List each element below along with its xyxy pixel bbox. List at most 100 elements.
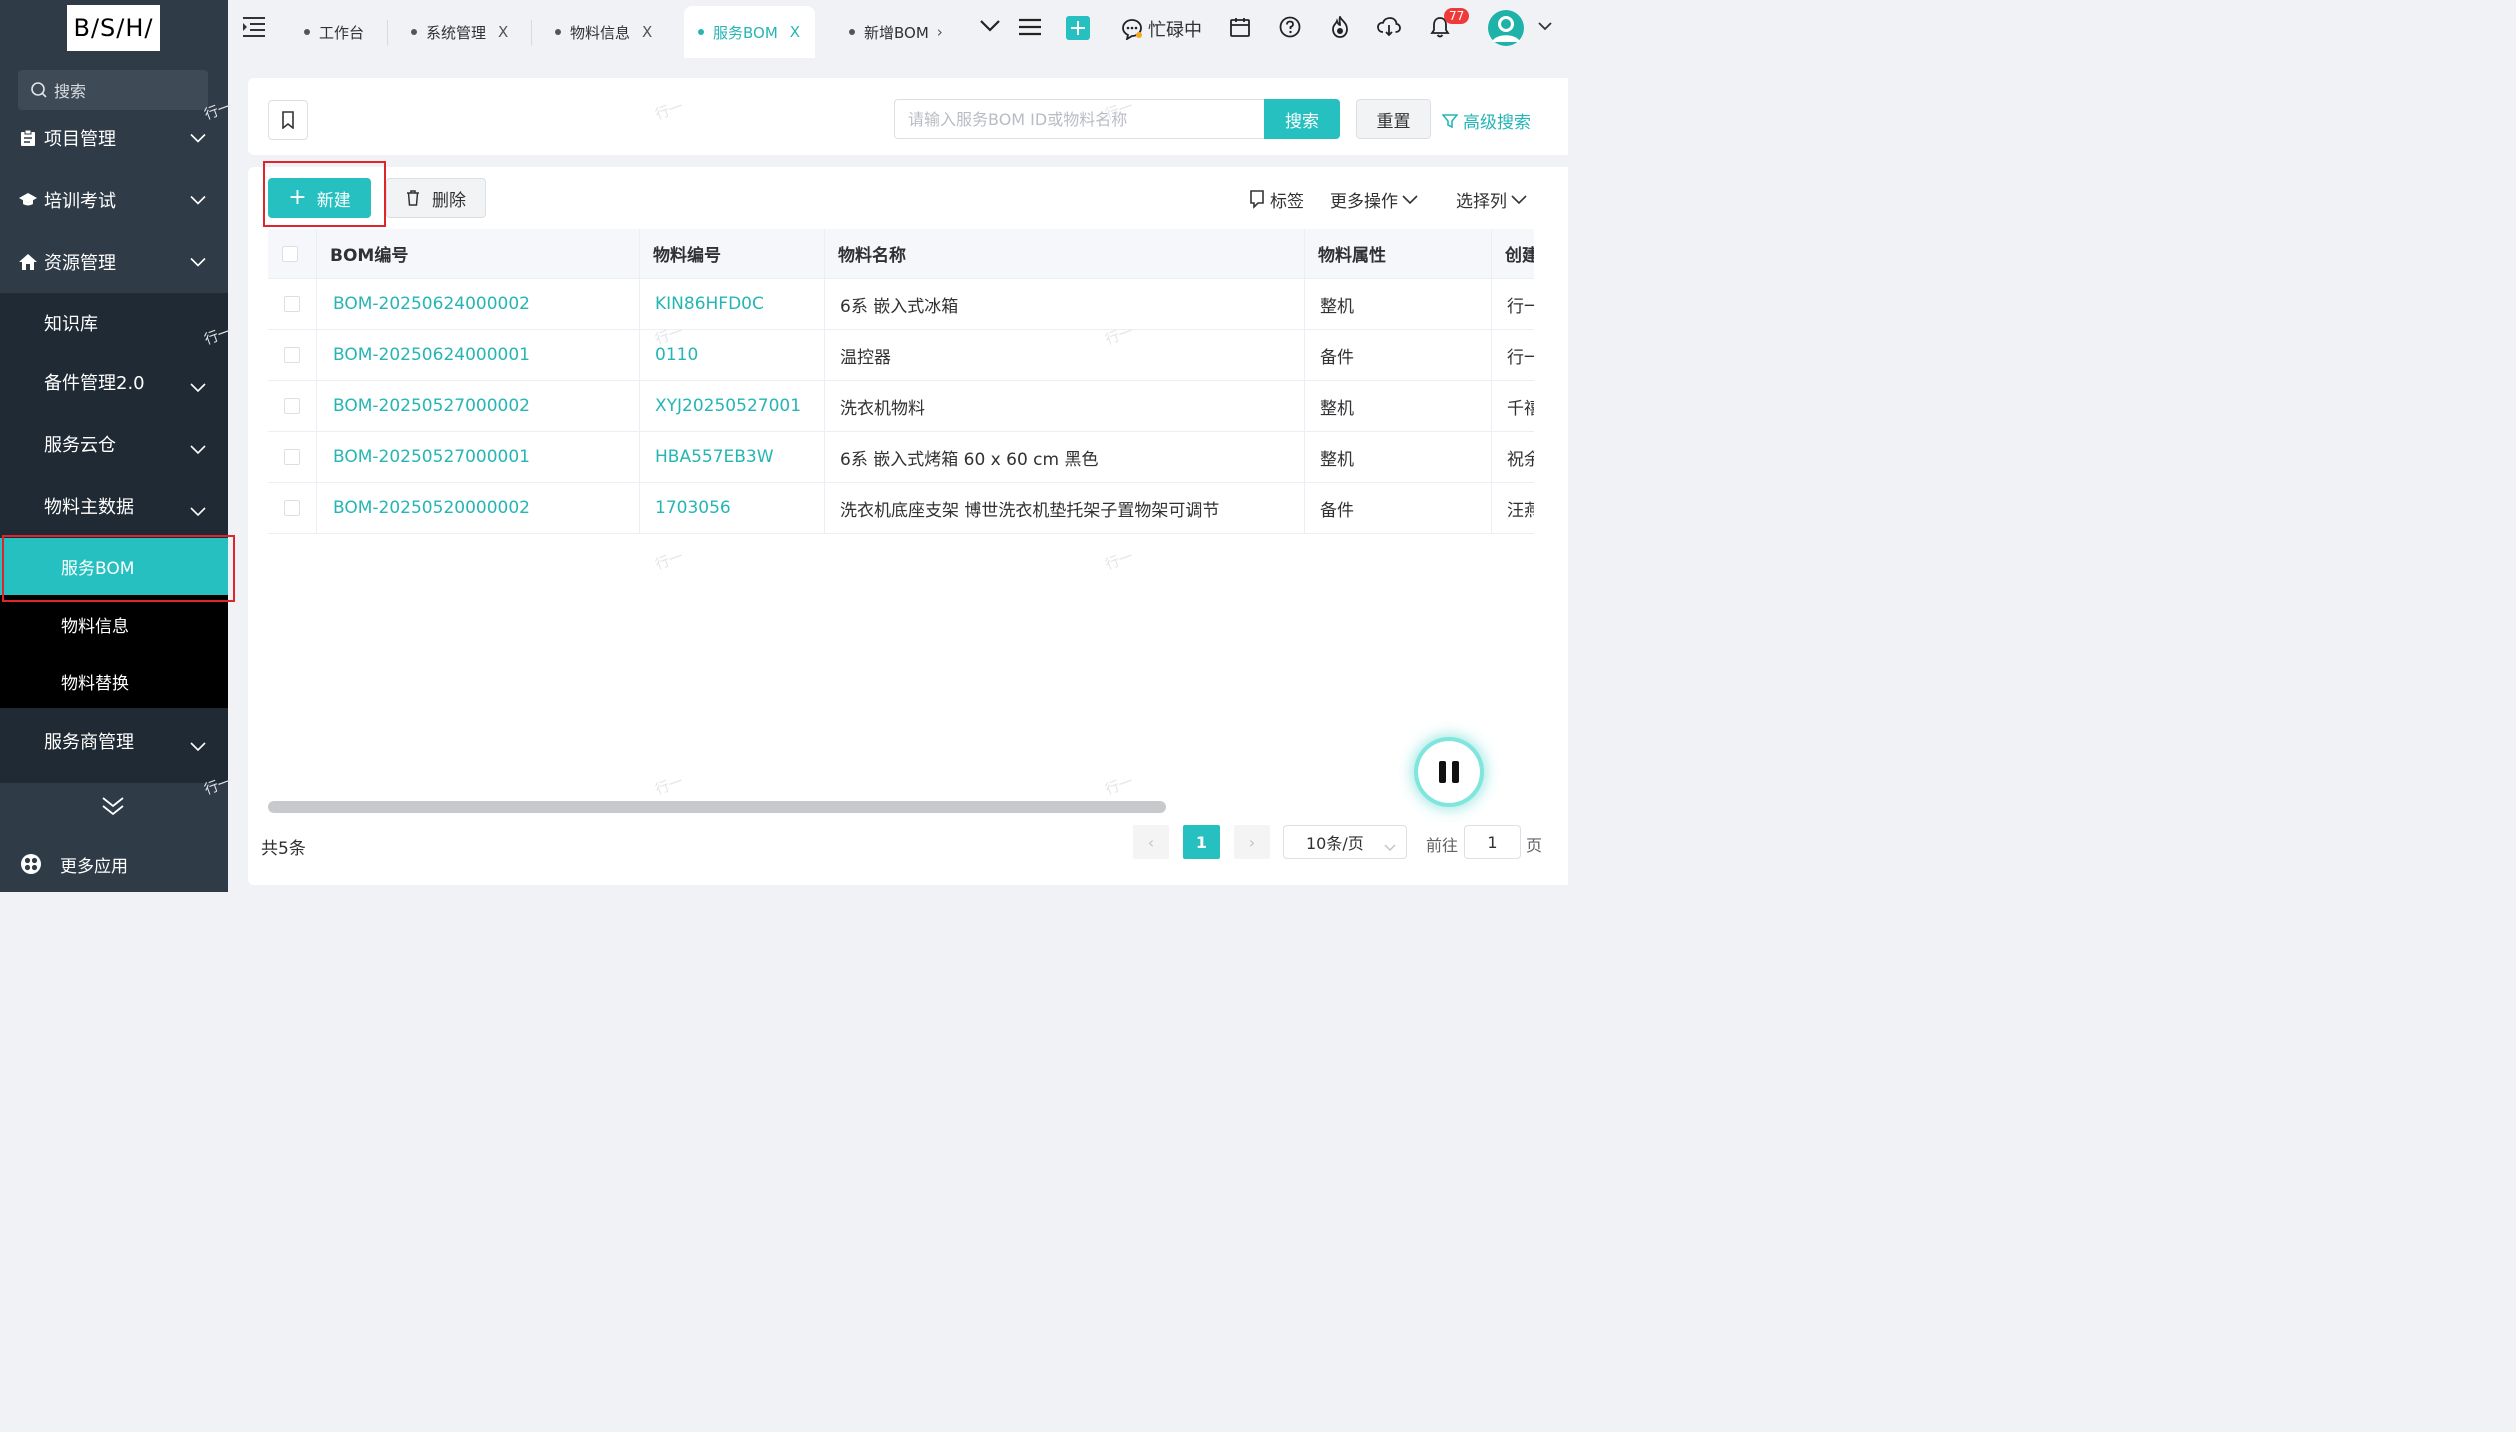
row-checkbox[interactable] <box>284 449 300 465</box>
table-row[interactable]: BOM-20250527000001 HBA557EB3W 6系 嵌入式烤箱 6… <box>268 432 1534 483</box>
horizontal-scrollbar[interactable] <box>268 801 1166 813</box>
material-no-link[interactable]: HBA557EB3W <box>655 432 774 482</box>
collapse-menu-icon[interactable] <box>100 795 126 821</box>
sidebar-item-cloud-warehouse[interactable]: 服务云仓 <box>0 414 228 474</box>
pause-recording-button[interactable] <box>1418 741 1480 803</box>
sidebar-item-service-bom[interactable]: 服务BOM <box>0 538 228 595</box>
cloud-download-icon[interactable] <box>1377 17 1401 37</box>
reset-button[interactable]: 重置 <box>1356 99 1431 139</box>
total-count: 共5条 <box>261 839 306 859</box>
table-row[interactable]: BOM-20250520000002 1703056 洗衣机底座支架 博世洗衣机… <box>268 483 1534 534</box>
bookmark-button[interactable] <box>268 100 308 140</box>
column-divider <box>316 330 317 380</box>
bom-no-link[interactable]: BOM-20250624000001 <box>333 330 530 380</box>
next-page-button[interactable]: › <box>1234 825 1270 859</box>
column-divider <box>824 330 825 380</box>
tab-system[interactable]: 系统管理 X <box>411 6 508 58</box>
tag-button[interactable]: 标签 <box>1244 187 1304 212</box>
notification-bell[interactable]: 77 <box>1430 8 1470 38</box>
bom-no-link[interactable]: BOM-20250520000002 <box>333 483 530 533</box>
tab-label: 工作台 <box>319 23 365 42</box>
header-material-attr[interactable]: 物料属性 <box>1318 229 1386 278</box>
column-divider <box>1304 279 1305 329</box>
goto-page-input[interactable] <box>1464 825 1521 859</box>
sidebar-item-spare-parts[interactable]: 备件管理2.0 <box>0 352 228 412</box>
select-columns-dropdown[interactable]: 选择列 <box>1456 187 1531 212</box>
select-all-checkbox[interactable] <box>282 245 298 262</box>
table-row[interactable]: BOM-20250624000002 KIN86HFD0C 6系 嵌入式冰箱 整… <box>268 279 1534 330</box>
sidebar: B/S/H/ 搜索 项目管理 培训考试 资源管理 知识库 备件管理2.0 服务云… <box>0 0 228 892</box>
material-no-link[interactable]: 1703056 <box>655 483 731 533</box>
tab-new-bom[interactable]: 新增BOM › <box>849 6 943 58</box>
material-name-cell: 洗衣机底座支架 博世洗衣机垫托架子置物架可调节 <box>840 500 1220 521</box>
new-button[interactable]: + 新建 <box>268 178 371 218</box>
list-menu-icon[interactable] <box>1019 18 1041 36</box>
sidebar-item-material-replace[interactable]: 物料替换 <box>0 653 228 710</box>
more-operations-dropdown[interactable]: 更多操作 <box>1330 187 1422 212</box>
header-creator[interactable]: 创建 <box>1505 229 1534 278</box>
sidebar-item-training[interactable]: 培训考试 <box>0 169 228 231</box>
column-divider <box>824 483 825 533</box>
brand-logo[interactable]: B/S/H/ <box>67 5 160 51</box>
sidebar-item-material-info[interactable]: 物料信息 <box>0 596 228 653</box>
creator-cell: 行一 <box>1507 347 1534 368</box>
header-material-no[interactable]: 物料编号 <box>653 229 721 278</box>
more-apps-label: 更多应用 <box>60 856 128 877</box>
sidebar-item-resources[interactable]: 资源管理 <box>0 231 228 293</box>
tab-workbench[interactable]: 工作台 <box>304 6 364 58</box>
chevron-down-icon <box>190 439 206 460</box>
search-input[interactable] <box>894 99 1266 139</box>
tab-material-info[interactable]: 物料信息 X <box>555 6 652 58</box>
close-icon[interactable]: X <box>790 23 800 41</box>
column-divider <box>639 432 640 482</box>
table-row[interactable]: BOM-20250624000001 0110 温控器 备件 行一 <box>268 330 1534 381</box>
sidebar-item-label: 服务商管理 <box>44 732 134 753</box>
row-checkbox[interactable] <box>284 347 300 363</box>
bom-no-link[interactable]: BOM-20250527000001 <box>333 432 530 482</box>
chevron-right-icon[interactable]: › <box>937 23 943 41</box>
row-checkbox[interactable] <box>284 296 300 312</box>
sidebar-item-provider[interactable]: 服务商管理 <box>0 711 228 771</box>
row-checkbox-cell <box>284 432 300 482</box>
row-checkbox[interactable] <box>284 398 300 414</box>
calendar-icon[interactable] <box>1230 17 1250 37</box>
delete-button[interactable]: 删除 <box>386 178 486 218</box>
close-icon[interactable]: X <box>642 23 652 41</box>
material-no-link[interactable]: XYJ20250527001 <box>655 381 801 431</box>
more-apps-button[interactable]: 更多应用 <box>0 836 228 892</box>
page-size-select[interactable]: 10条/页 <box>1283 825 1407 859</box>
table-row[interactable]: BOM-20250527000002 XYJ20250527001 洗衣机物料 … <box>268 381 1534 432</box>
close-icon[interactable]: X <box>498 23 508 41</box>
bom-no-link[interactable]: BOM-20250624000002 <box>333 279 530 329</box>
sidebar-item-project[interactable]: 项目管理 <box>0 107 228 169</box>
user-avatar[interactable] <box>1487 9 1525 47</box>
caret-down-icon[interactable] <box>1538 22 1552 31</box>
select-all-cell <box>282 229 298 278</box>
bom-no-link[interactable]: BOM-20250527000002 <box>333 381 530 431</box>
chevron-down-icon[interactable] <box>980 20 1000 32</box>
menu-fold-icon[interactable] <box>242 16 266 38</box>
material-no-link[interactable]: KIN86HFD0C <box>655 279 764 329</box>
column-divider <box>1304 381 1305 431</box>
trash-icon <box>407 190 419 206</box>
sidebar-item-knowledge[interactable]: 知识库 <box>0 293 228 353</box>
material-no-link[interactable]: 0110 <box>655 330 698 380</box>
prev-page-button[interactable]: ‹ <box>1133 825 1169 859</box>
add-icon[interactable] <box>1066 16 1090 40</box>
sidebar-item-label: 资源管理 <box>44 253 116 274</box>
status-button[interactable]: 忙碌中 <box>1121 16 1202 42</box>
sidebar-item-material-master[interactable]: 物料主数据 <box>0 476 228 536</box>
column-divider <box>1304 229 1305 278</box>
header-bom-no[interactable]: BOM编号 <box>330 229 408 278</box>
row-checkbox[interactable] <box>284 500 300 516</box>
sidebar-search[interactable]: 搜索 <box>18 70 208 110</box>
tab-service-bom[interactable]: 服务BOM X <box>684 6 815 58</box>
sidebar-item-label: 备件管理2.0 <box>44 373 145 394</box>
search-button[interactable]: 搜索 <box>1264 99 1340 139</box>
fire-icon[interactable] <box>1330 16 1350 38</box>
header-material-name[interactable]: 物料名称 <box>838 229 906 278</box>
help-icon[interactable] <box>1279 16 1301 38</box>
current-page-button[interactable]: 1 <box>1183 825 1220 859</box>
advanced-search-link[interactable]: 高级搜索 <box>1442 108 1531 133</box>
tab-label: 系统管理 <box>426 23 487 42</box>
